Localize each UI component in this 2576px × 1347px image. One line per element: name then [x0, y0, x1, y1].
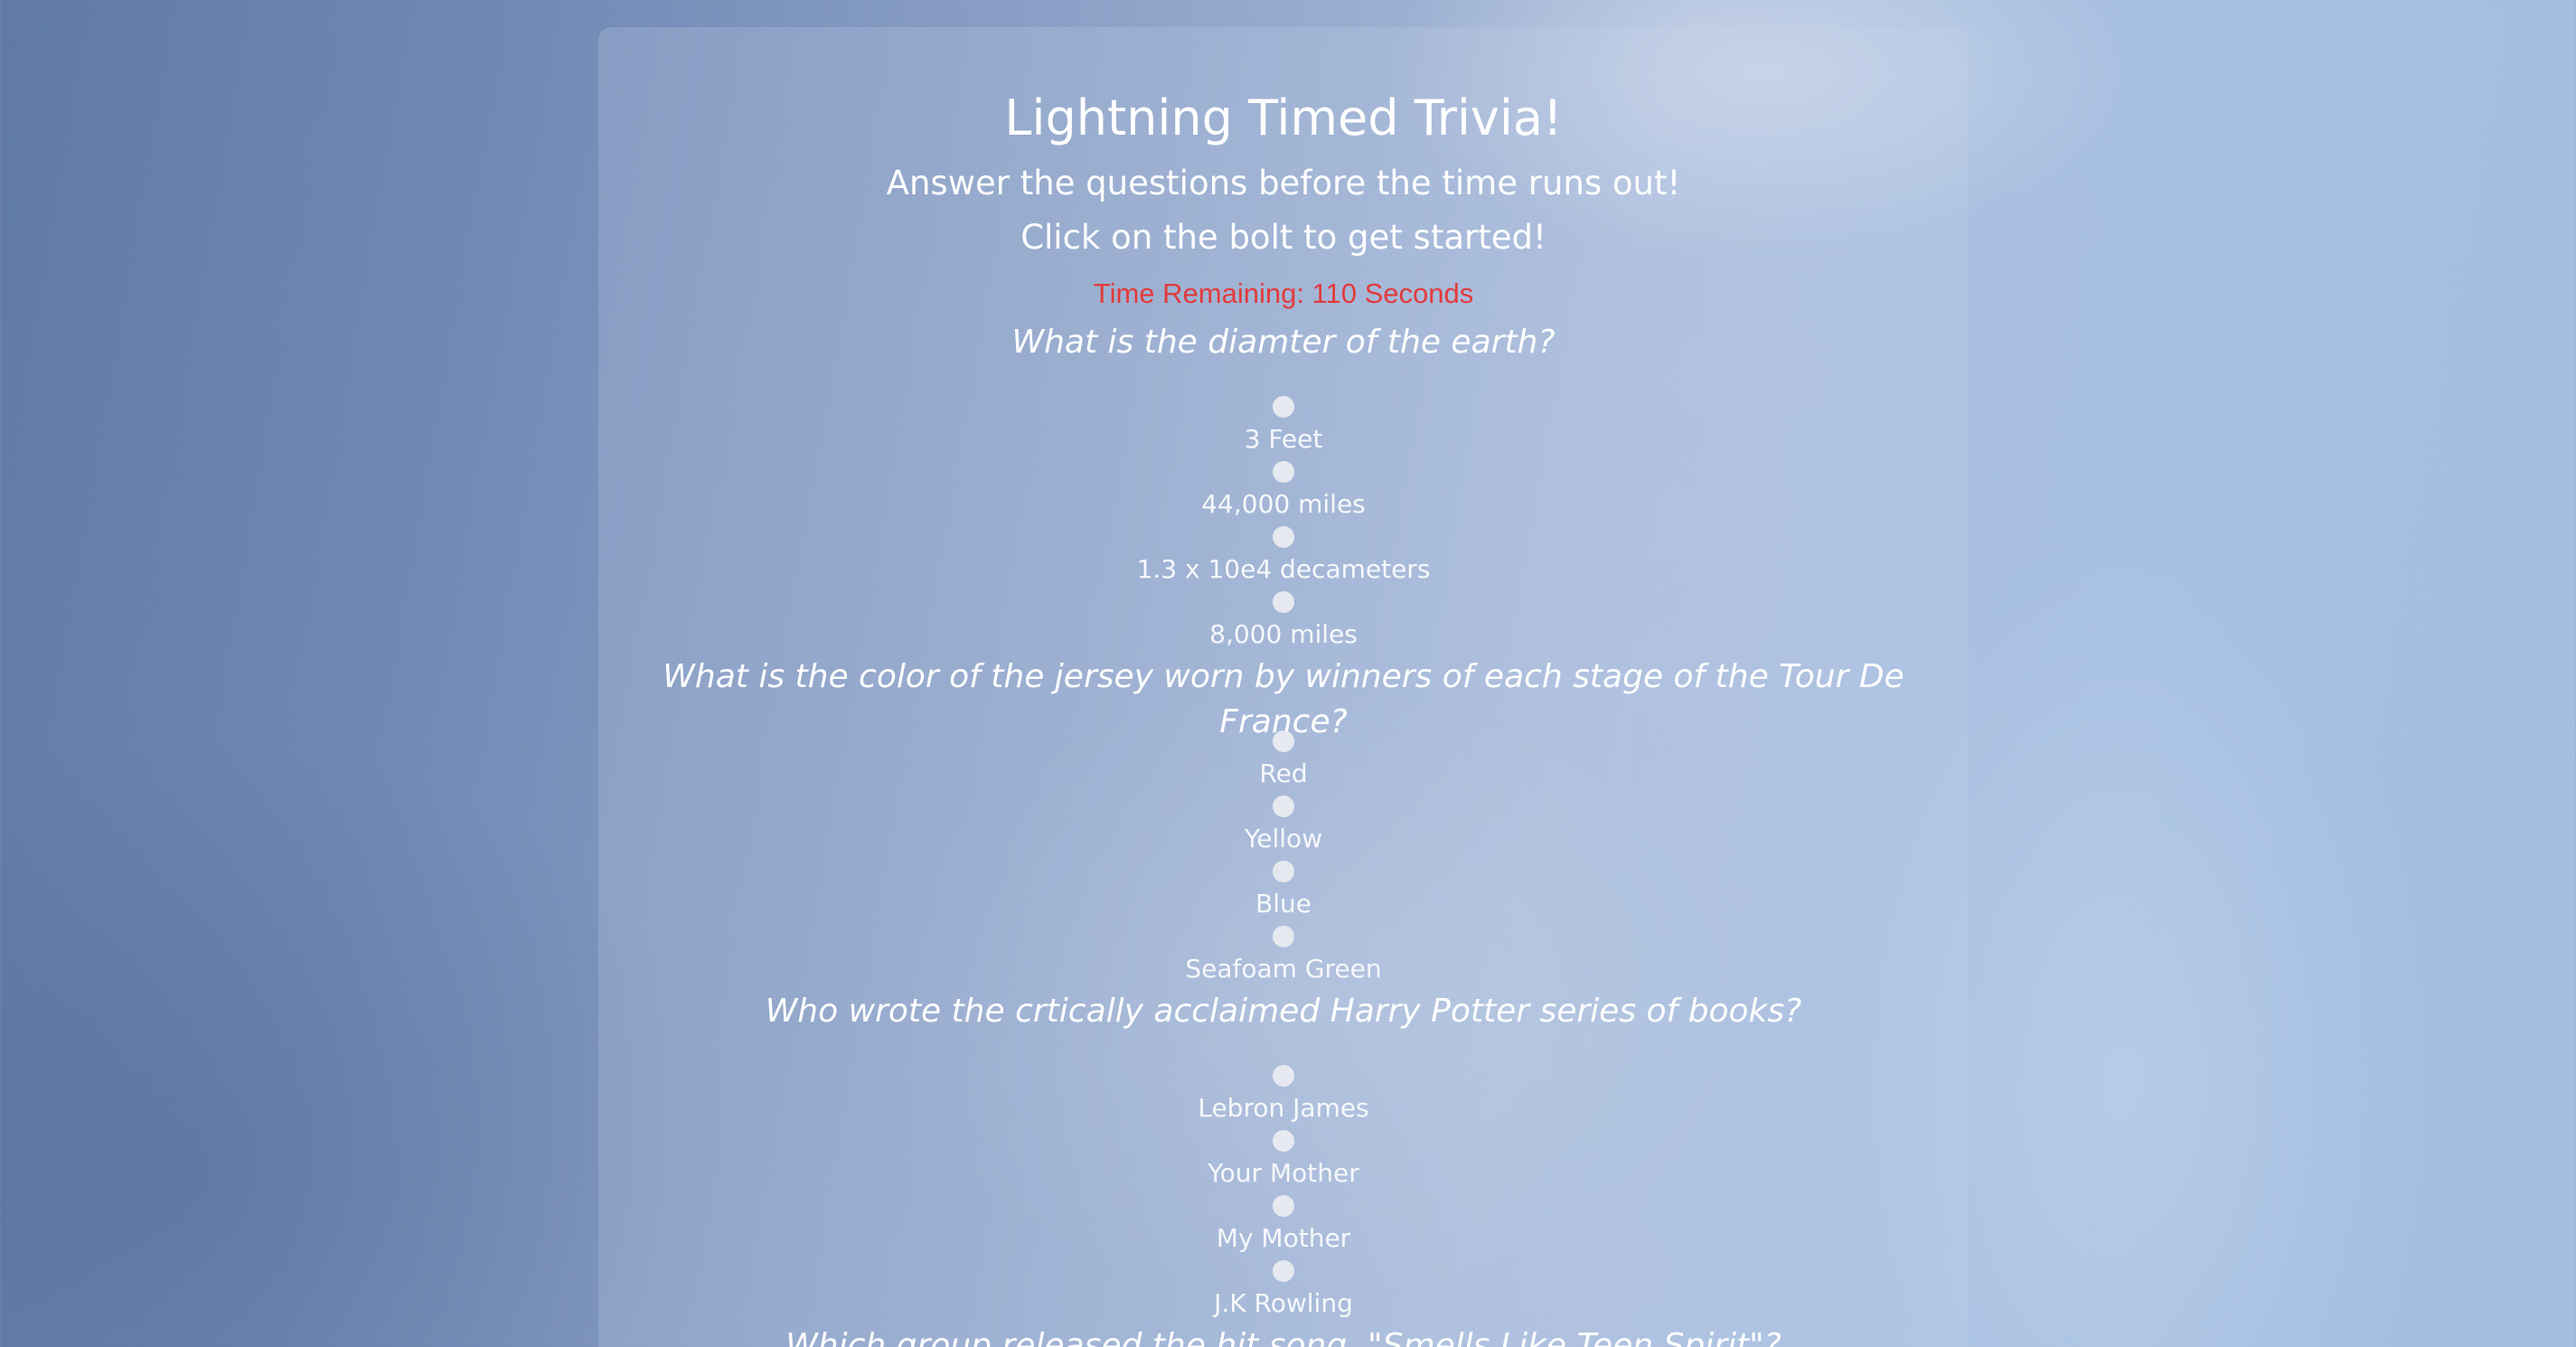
question-text: What is the diamter of the earth?: [1011, 324, 1556, 361]
answer-label: 44,000 miles: [1201, 489, 1366, 519]
answer-option[interactable]: 8,000 miles: [598, 588, 1969, 653]
answer-option[interactable]: Your Mother: [598, 1126, 1969, 1192]
answer-label: Your Mother: [1208, 1158, 1359, 1188]
question-text: What is the color of the jersey worn by …: [663, 658, 1904, 740]
radio-button[interactable]: [1273, 1130, 1294, 1152]
answer-option[interactable]: My Mother: [598, 1192, 1969, 1257]
radio-button[interactable]: [1273, 796, 1294, 817]
radio-button[interactable]: [1273, 591, 1294, 613]
trivia-panel: Lightning Timed Trivia! Answer the quest…: [598, 27, 1969, 1347]
question-block: What is the color of the jersey worn by …: [598, 653, 1969, 987]
start-instructions-text: Click on the bolt to get started!: [1020, 218, 1547, 257]
question-text: Who wrote the crtically acclaimed Harry …: [765, 993, 1802, 1030]
answer-label: 1.3 x 10e4 decameters: [1136, 554, 1431, 584]
answer-option[interactable]: Yellow: [598, 792, 1969, 857]
question-block: Who wrote the crtically acclaimed Harry …: [598, 987, 1969, 1322]
answer-label: 3 Feet: [1244, 424, 1323, 454]
question-block: What is the diamter of the earth? 3 Feet…: [598, 318, 1969, 653]
radio-button[interactable]: [1273, 1260, 1294, 1282]
radio-button[interactable]: [1273, 1195, 1294, 1217]
answer-label: Seafoam Green: [1185, 954, 1382, 984]
radio-button[interactable]: [1273, 396, 1294, 418]
answer-label: J.K Rowling: [1214, 1288, 1353, 1318]
radio-button[interactable]: [1273, 461, 1294, 483]
answer-label: Lebron James: [1198, 1093, 1369, 1123]
answer-label: Yellow: [1244, 824, 1323, 853]
answer-label: Red: [1259, 758, 1308, 788]
radio-button[interactable]: [1273, 526, 1294, 548]
answer-label: My Mother: [1216, 1223, 1351, 1253]
answer-option[interactable]: Blue: [598, 857, 1969, 922]
question-list: What is the diamter of the earth? 3 Feet…: [598, 318, 1969, 1347]
question-text: Which group released the hit song, "Smel…: [785, 1327, 1782, 1347]
answer-label: 8,000 miles: [1209, 619, 1358, 649]
answer-option[interactable]: 44,000 miles: [598, 457, 1969, 523]
radio-button[interactable]: [1273, 861, 1294, 882]
time-remaining-label: Time Remaining: 110 Seconds: [1093, 278, 1474, 309]
answer-option[interactable]: 3 Feet: [598, 392, 1969, 457]
page-title: Lightning Timed Trivia!: [1004, 89, 1563, 146]
answer-option[interactable]: J.K Rowling: [598, 1257, 1969, 1322]
radio-button[interactable]: [1273, 1065, 1294, 1087]
question-block: Which group released the hit song, "Smel…: [598, 1322, 1969, 1347]
answer-option[interactable]: Red: [598, 727, 1969, 792]
radio-button[interactable]: [1273, 730, 1294, 752]
answer-label: Blue: [1255, 889, 1312, 918]
radio-button[interactable]: [1273, 926, 1294, 947]
answer-option[interactable]: Lebron James: [598, 1061, 1969, 1126]
answer-option[interactable]: 1.3 x 10e4 decameters: [598, 523, 1969, 588]
instructions-text: Answer the questions before the time run…: [886, 164, 1681, 203]
answer-option[interactable]: Seafoam Green: [598, 922, 1969, 987]
